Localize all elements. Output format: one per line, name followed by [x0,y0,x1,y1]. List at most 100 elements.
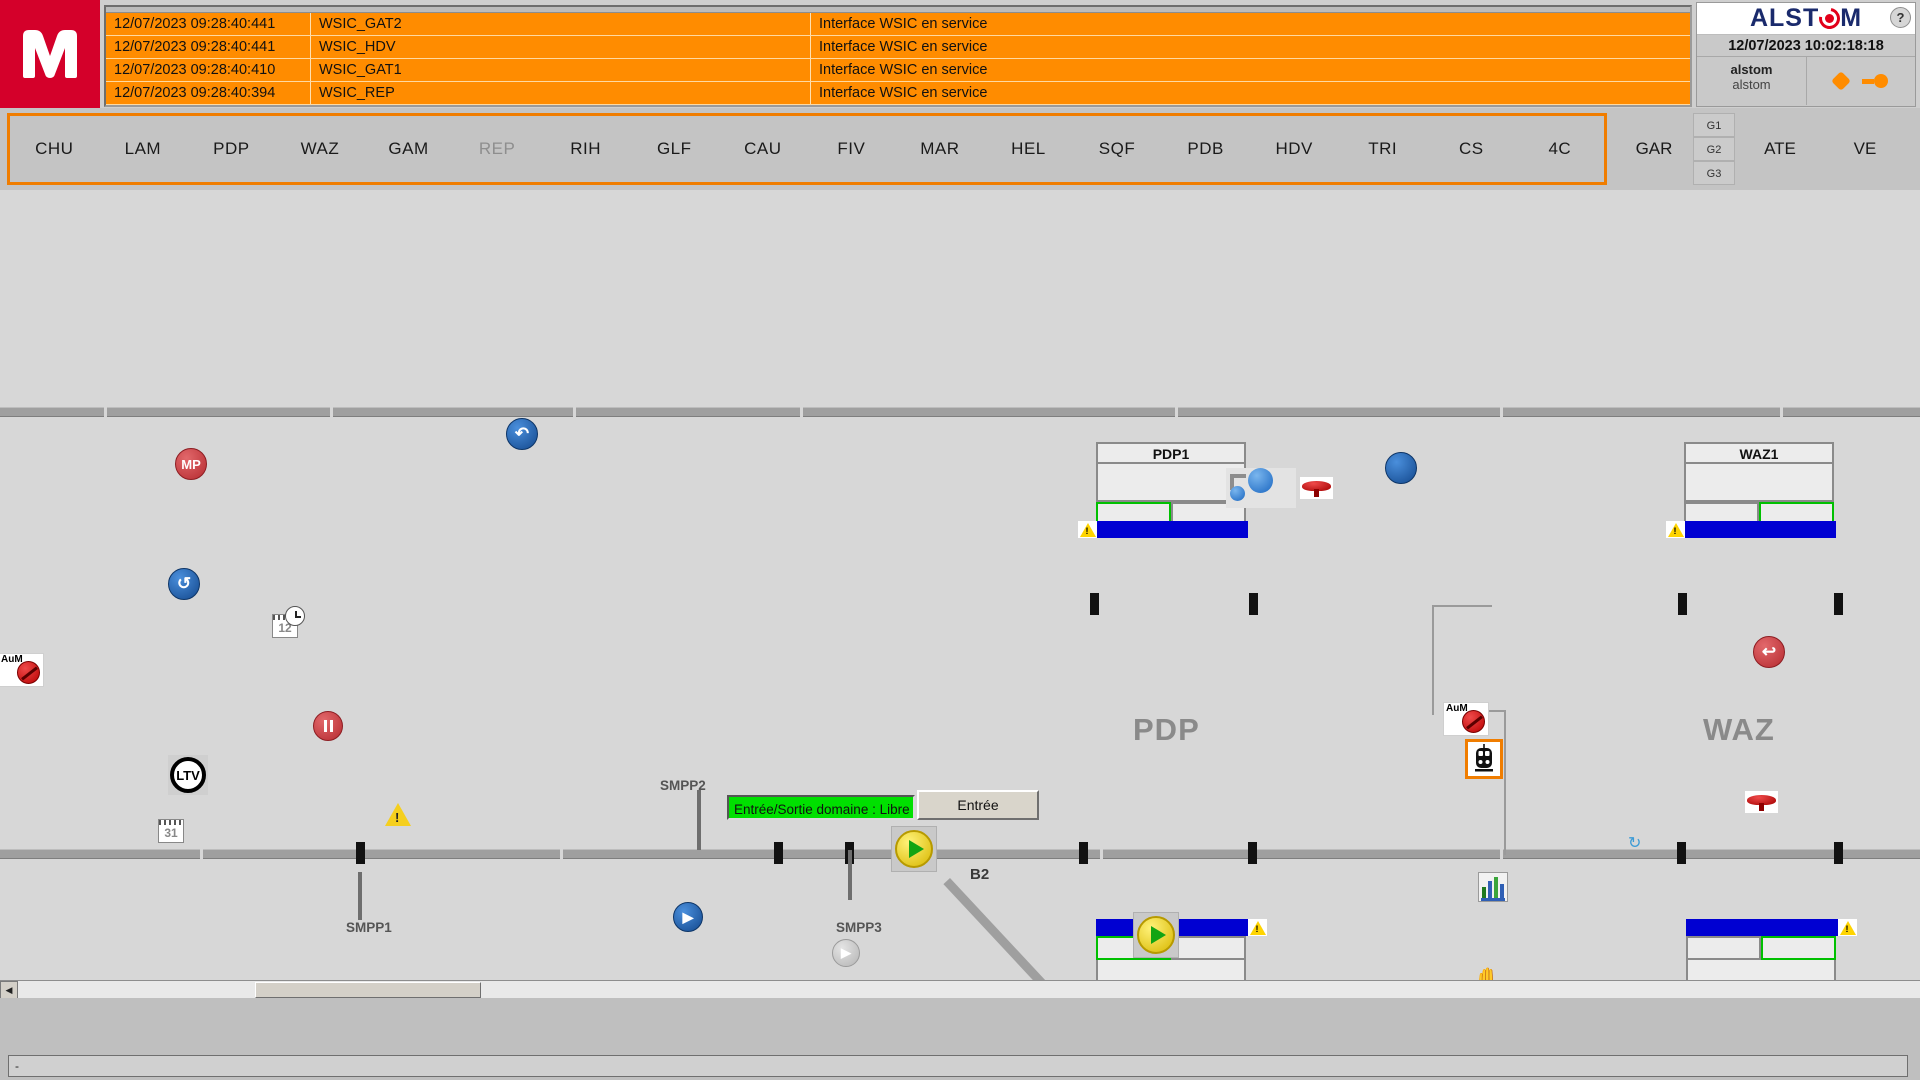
station-block-waz1[interactable]: WAZ1 [1684,442,1834,526]
station-bar-waz2 [1686,919,1838,936]
help-button[interactable]: ? [1890,7,1911,28]
signal-marker[interactable] [1079,842,1088,864]
signal-marker[interactable] [1678,593,1687,615]
reverse-direction-icon[interactable]: ↶ [506,418,538,450]
group-g1[interactable]: G1 [1693,113,1735,137]
mp-badge-icon[interactable]: MP [175,448,207,480]
tab-tri[interactable]: TRI [1338,139,1427,159]
brand-panel: ALST M ? 12/07/2023 10:02:18:18 alstom al… [1696,2,1916,107]
block-label-b2: B2 [970,866,990,883]
station-body-waz1 [1684,464,1834,502]
track-joint [1780,407,1783,417]
point-label-smpp2: SMPP2 [660,778,706,793]
refresh-icon[interactable]: ↻ [1628,833,1641,853]
clock-icon[interactable] [285,606,305,626]
group-selector: G1 G2 G3 [1693,113,1735,185]
signal-marker[interactable] [1834,593,1843,615]
connector-line [1432,605,1434,715]
station-bar-waz1 [1670,521,1836,538]
signal-marker[interactable] [1834,842,1843,864]
group-g3[interactable]: G3 [1693,161,1735,185]
scroll-left-button[interactable]: ◀ [0,981,18,999]
tab-fiv[interactable]: FIV [807,139,896,159]
ltv-speed-restriction-icon[interactable]: LTV [168,755,208,795]
user-row: alstom alstom [1697,57,1915,105]
tab-mar[interactable]: MAR [896,139,985,159]
train-icon[interactable] [1465,739,1503,779]
track-line-upper [0,407,1920,417]
tab-4c[interactable]: 4C [1516,139,1605,159]
tab-gam[interactable]: GAM [364,139,453,159]
tab-ve[interactable]: VE [1825,139,1905,159]
alarm-message: Interface WSIC en service [819,39,988,55]
tab-hel[interactable]: HEL [984,139,1073,159]
tab-chu[interactable]: CHU [10,139,99,159]
tab-glf[interactable]: GLF [630,139,719,159]
tab-sqf[interactable]: SQF [1073,139,1162,159]
tab-lam[interactable]: LAM [99,139,188,159]
alarm-row[interactable]: 12/07/2023 09:28:40:410 WSIC_GAT1 Interf… [106,59,1690,82]
emergency-mushroom-icon[interactable] [1745,791,1778,813]
tab-pdp[interactable]: PDP [187,139,276,159]
signal-stop-icon [17,661,40,684]
tab-gar[interactable]: GAR [1615,139,1693,159]
alarm-timestamp: 12/07/2023 09:28:40:441 [106,36,311,58]
track-joint [800,407,803,417]
tab-hdv[interactable]: HDV [1250,139,1339,159]
ltv-label: LTV [170,757,206,793]
point-stub-smpp3 [848,850,852,900]
signal-marker[interactable] [1248,842,1257,864]
alarm-list-panel[interactable]: 12/07/2023 09:28:40:441 WSIC_GAT2 Interf… [104,5,1692,107]
scroll-thumb[interactable] [255,982,481,998]
warning-icon [1666,521,1685,538]
system-datetime: 12/07/2023 10:02:18:18 [1697,35,1915,57]
alarm-row[interactable]: 12/07/2023 09:28:40:441 WSIC_HDV Interfa… [106,36,1690,59]
signal-marker[interactable] [774,842,783,864]
emergency-mushroom-icon[interactable] [1300,477,1333,499]
status-indicator-blue[interactable] [1385,452,1417,484]
aum-indicator-center[interactable]: AuM [1443,702,1489,736]
reverse-command-icon[interactable]: ↩ [1753,636,1785,668]
signal-marker[interactable] [1090,593,1099,615]
domain-entry-button[interactable]: Entrée [917,790,1039,820]
tab-cs[interactable]: CS [1427,139,1516,159]
tab-cau[interactable]: CAU [719,139,808,159]
schedule-calendar-icon-left[interactable]: 31 [158,819,184,843]
warning-icon [1078,521,1097,538]
direction-forward-icon[interactable]: ▶ [673,902,703,932]
signal-marker[interactable] [1249,593,1258,615]
station-cell-occupied-waz2[interactable] [1761,936,1836,960]
horizontal-scrollbar[interactable]: ◀ [0,980,1920,999]
station-block-pdp1[interactable]: PDP1 [1096,442,1296,526]
alarm-row[interactable]: 12/07/2023 09:28:40:441 WSIC_GAT2 Interf… [106,13,1690,36]
route-go-button-pdp2[interactable] [1133,912,1179,958]
route-go-button-smpp3[interactable] [891,826,937,872]
aum-indicator-left[interactable]: AuM [0,653,44,687]
track-joint [330,407,333,417]
alarm-message: Interface WSIC en service [819,62,988,78]
station-tab-group: CHU LAM PDP WAZ GAM REP RIH GLF CAU FIV … [7,113,1607,185]
station-cell-free-waz2[interactable] [1686,936,1761,960]
manual-mode-icon[interactable]: ✋ [1472,968,1504,980]
undo-direction-icon[interactable]: ↺ [168,568,200,600]
alarm-row[interactable]: 12/07/2023 09:28:40:394 WSIC_REP Interfa… [106,82,1690,105]
tab-rep: REP [478,139,516,158]
tab-rih[interactable]: RIH [541,139,630,159]
signal-marker[interactable] [356,842,365,864]
alarm-source: WSIC_HDV [311,36,811,58]
chart-report-icon[interactable] [1478,872,1508,902]
group-g2[interactable]: G2 [1693,137,1735,161]
tab-waz[interactable]: WAZ [276,139,365,159]
tab-ate[interactable]: ATE [1735,139,1825,159]
direction-inactive-icon[interactable]: ▶ [832,939,860,967]
signal-marker[interactable] [1677,842,1686,864]
tab-pdb[interactable]: PDB [1161,139,1250,159]
alert-triangle-icon[interactable] [385,803,411,826]
point-label-smpp3: SMPP3 [836,920,882,935]
station-cell-free-pdp2[interactable] [1171,936,1246,960]
warning-icon [1838,919,1857,936]
station-block-waz2[interactable]: WAZ2 [1686,936,1836,980]
station-body-pdp2 [1096,960,1246,980]
pause-icon[interactable] [313,711,343,741]
synoptic-canvas[interactable]: PDP WAZ SMPP1 SMPP2 SMPP3 SMPP4 B2 B3 PD… [0,190,1920,980]
